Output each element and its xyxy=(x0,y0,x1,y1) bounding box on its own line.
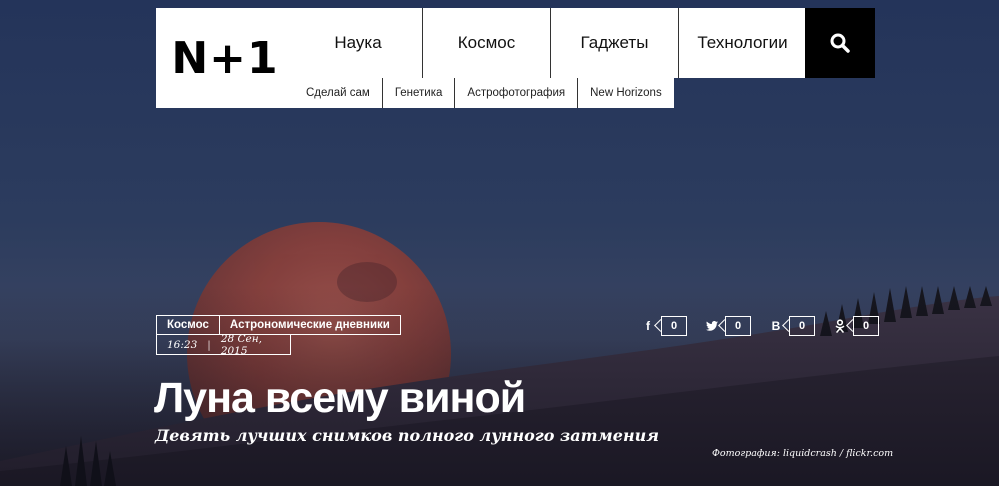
tag-space[interactable]: Космос xyxy=(157,316,219,334)
share-count: 0 xyxy=(789,316,815,336)
article-datetime: 16:23 | 28 Сен, 2015 xyxy=(156,332,291,357)
share-vk[interactable]: B 0 xyxy=(768,316,815,336)
article-title[interactable]: Луна всему виной xyxy=(154,374,526,423)
share-facebook[interactable]: f 0 xyxy=(640,316,687,336)
nav-item-technologies[interactable]: Технологии xyxy=(678,8,806,78)
article-date: 28 Сен, 2015 xyxy=(220,332,263,357)
main-nav: Наука Космос Гаджеты Технологии xyxy=(294,8,806,78)
site-logo[interactable]: N+1 xyxy=(156,8,294,108)
sub-nav: Сделай сам Генетика Астрофотография New … xyxy=(294,78,674,108)
facebook-icon: f xyxy=(646,319,650,333)
photo-credit: Фотография: liquidcrash / flickr.com xyxy=(712,448,894,459)
odnoklassniki-icon xyxy=(832,316,848,336)
share-twitter[interactable]: 0 xyxy=(704,316,751,336)
share-odnoklassniki[interactable]: 0 xyxy=(832,316,879,336)
sub-item-diy[interactable]: Сделай сам xyxy=(294,78,382,108)
sub-item-astrophotography[interactable]: Астрофотография xyxy=(454,78,578,108)
twitter-icon xyxy=(704,316,720,336)
search-button[interactable] xyxy=(805,8,875,78)
share-count: 0 xyxy=(853,316,879,336)
share-bar: f 0 0 B 0 0 xyxy=(640,316,879,336)
tag-astronomy-diaries[interactable]: Астрономические дневники xyxy=(218,316,400,334)
article-time: 16:23 xyxy=(167,338,198,351)
share-count: 0 xyxy=(725,316,751,336)
vk-icon: B xyxy=(771,319,781,333)
nav-item-space[interactable]: Космос xyxy=(422,8,550,78)
nav-item-science[interactable]: Наука xyxy=(294,8,422,78)
share-count: 0 xyxy=(661,316,687,336)
logo-text: N+1 xyxy=(171,32,279,84)
nav-item-gadgets[interactable]: Гаджеты xyxy=(550,8,678,78)
datetime-separator: | xyxy=(207,338,211,351)
sub-item-new-horizons[interactable]: New Horizons xyxy=(577,78,674,108)
search-icon xyxy=(830,33,850,53)
sub-item-genetics[interactable]: Генетика xyxy=(381,78,455,108)
article-subtitle: Девять лучших снимков полного лунного за… xyxy=(155,426,659,445)
